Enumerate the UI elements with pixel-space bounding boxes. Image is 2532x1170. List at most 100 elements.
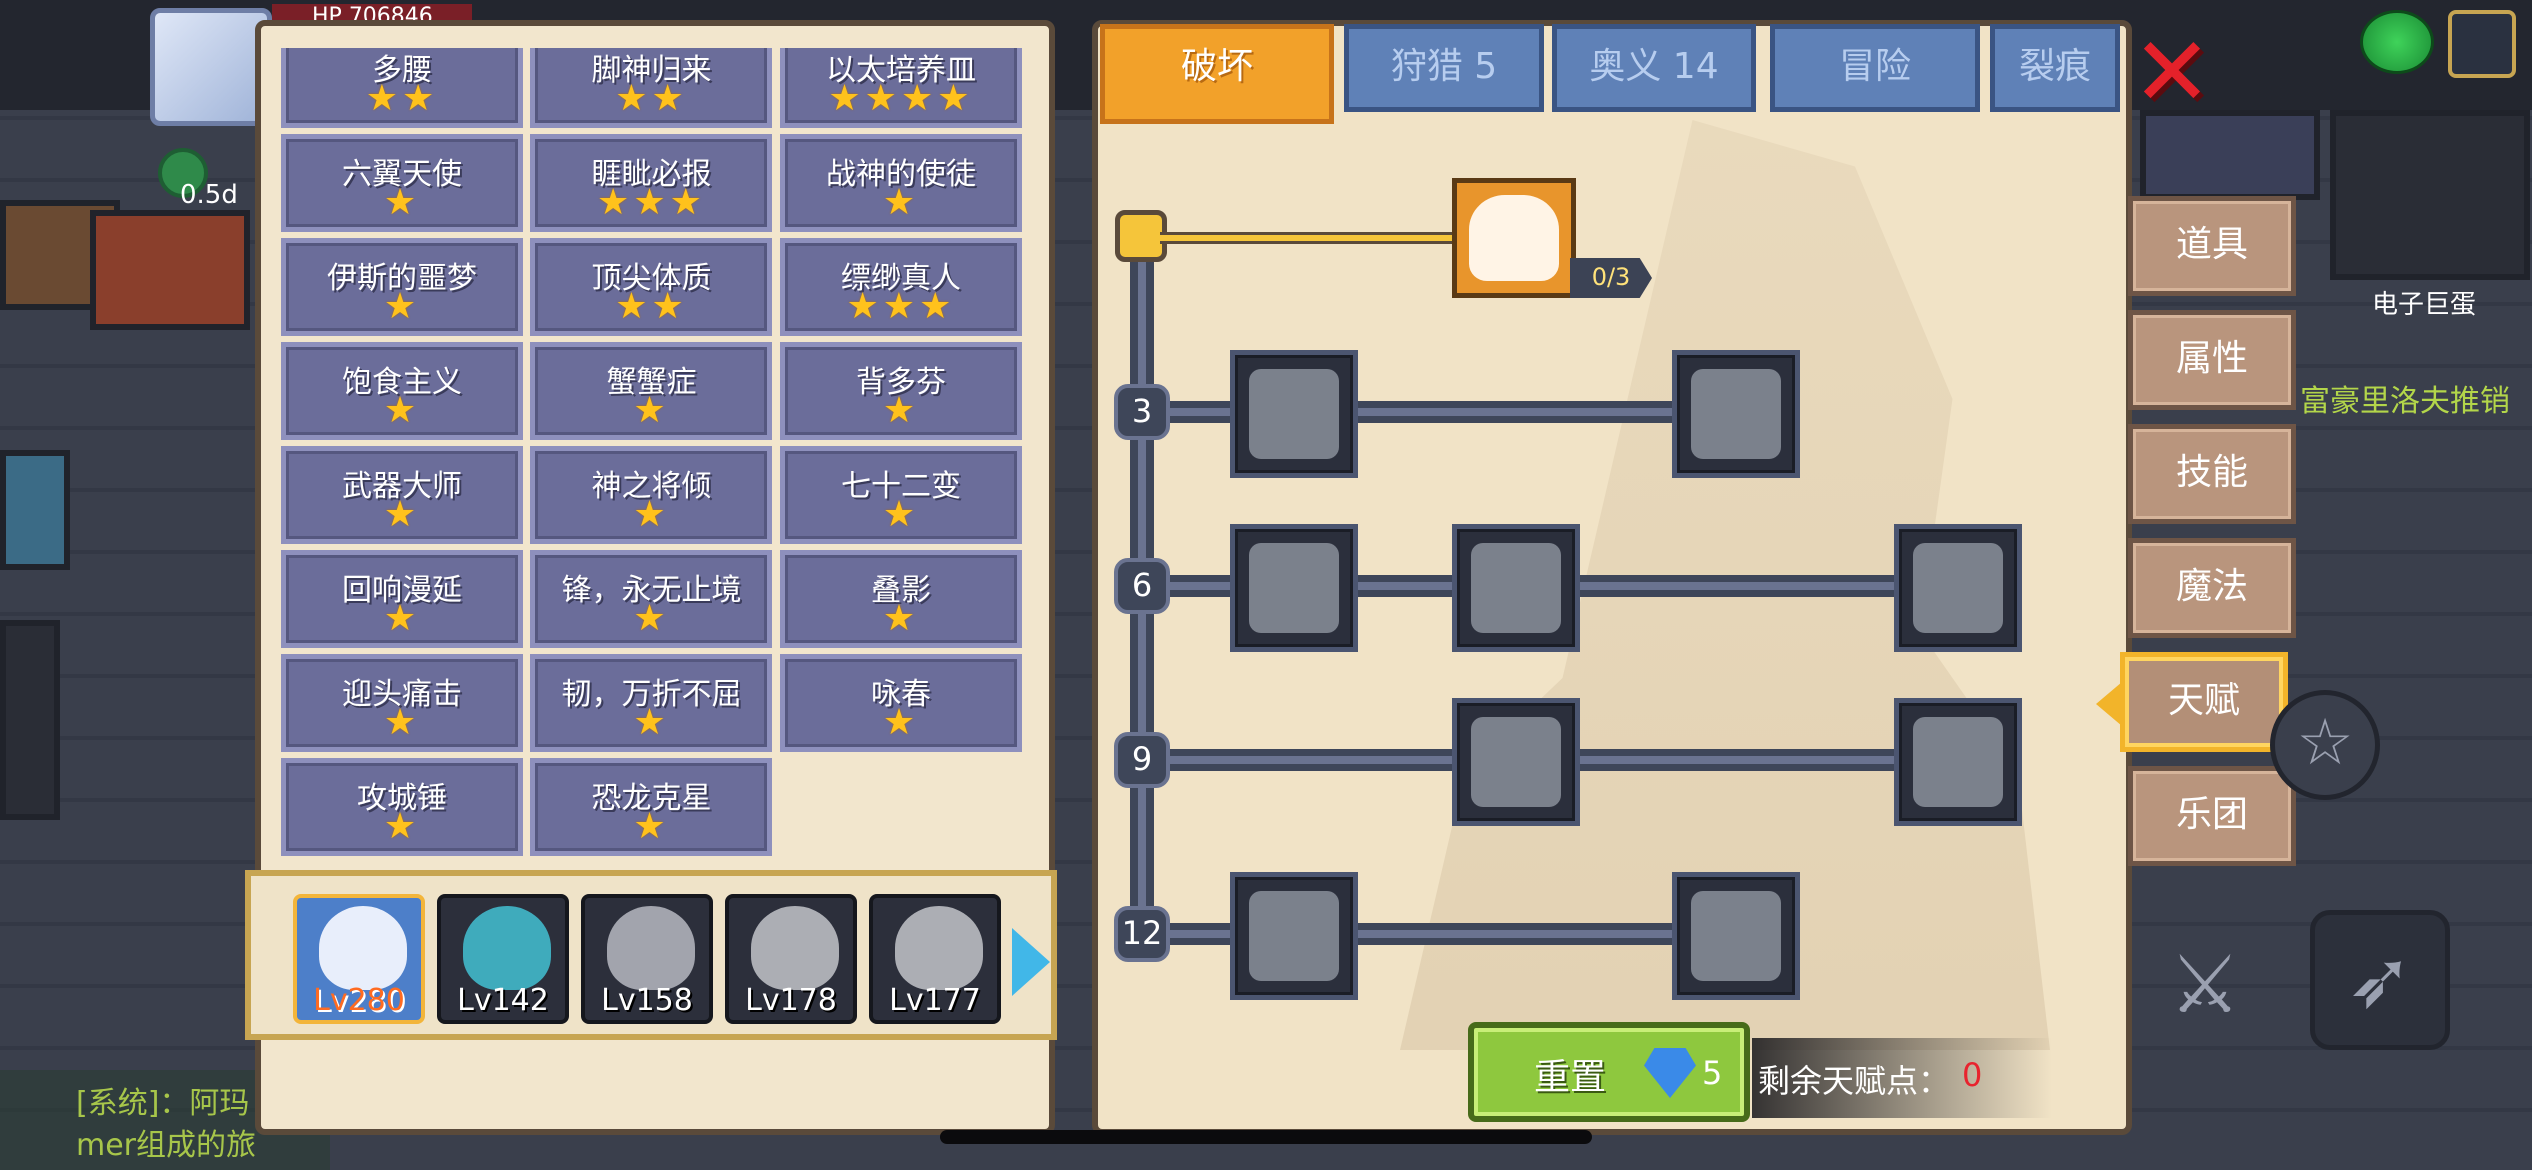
talent-card[interactable]: 迎头痛击 ★ bbox=[281, 654, 523, 752]
character-card[interactable]: Lv178 bbox=[725, 894, 857, 1024]
character-card[interactable]: Lv280 bbox=[293, 894, 425, 1024]
close-button[interactable]: ✕ bbox=[2130, 24, 2214, 120]
talent-card[interactable]: 背多芬 ★ bbox=[779, 342, 1022, 440]
tab-2[interactable]: 奥义 14 bbox=[1552, 24, 1756, 112]
talent-progress-counter: 0/3 bbox=[1570, 258, 1652, 298]
reset-label: 重置 bbox=[1534, 1057, 1607, 1098]
tab-0[interactable]: 破坏 bbox=[1100, 24, 1334, 124]
talent-card[interactable]: 以太培养皿 ★★★★ bbox=[779, 48, 1022, 128]
talent-card[interactable]: 七十二变 ★ bbox=[779, 446, 1022, 544]
talent-stars: ★ bbox=[633, 702, 670, 743]
fist-punch-glyph bbox=[1471, 543, 1561, 633]
talent-stars: ★ bbox=[882, 390, 920, 431]
talent-stars: ★ bbox=[633, 494, 670, 535]
talent-stars: ★★★★ bbox=[828, 78, 974, 119]
talent-card[interactable]: 恐龙克星 ★ bbox=[530, 758, 773, 856]
talent-card[interactable]: 脚神归来 ★★ bbox=[530, 48, 773, 128]
talent-stars: ★ bbox=[383, 286, 421, 327]
tab-4[interactable]: 裂痕 bbox=[1990, 24, 2120, 112]
talent-card[interactable]: 伊斯的噩梦 ★ bbox=[281, 238, 523, 336]
talent-stars: ★★ bbox=[615, 286, 688, 327]
character-level: Lv158 bbox=[601, 983, 693, 1018]
character-card[interactable]: Lv158 bbox=[581, 894, 713, 1024]
talent-stars: ★ bbox=[383, 182, 421, 223]
talent-card[interactable]: 缥缈真人 ★★★ bbox=[779, 238, 1022, 336]
blade-slash-glyph bbox=[1913, 543, 2003, 633]
map-room-label: 电子巨蛋 bbox=[2372, 290, 2477, 320]
talent-card[interactable]: 神之将倾 ★ bbox=[530, 446, 773, 544]
talent-card[interactable]: 锋，永无止境 ★ bbox=[530, 550, 773, 648]
character-level: Lv177 bbox=[889, 983, 981, 1018]
talent-card[interactable]: 顶尖体质 ★★ bbox=[530, 238, 773, 336]
arrow-pierce-icon[interactable] bbox=[1672, 350, 1800, 478]
talent-card[interactable]: 叠影 ★ bbox=[779, 550, 1022, 648]
character-level: Lv280 bbox=[313, 983, 405, 1018]
talent-card[interactable]: 战神的使徒 ★ bbox=[779, 134, 1022, 232]
ground-ripple-icon[interactable] bbox=[1452, 698, 1580, 826]
character-portrait bbox=[751, 906, 839, 990]
tab-1[interactable]: 狩猎 5 bbox=[1344, 24, 1544, 112]
tab-3[interactable]: 冒险 bbox=[1770, 24, 1980, 112]
clenched-fist-icon[interactable] bbox=[1230, 872, 1358, 1000]
npc-scroll-text: 富豪里洛夫推销 bbox=[2300, 384, 2510, 419]
talent-card[interactable]: 回响漫延 ★ bbox=[281, 550, 523, 648]
active-menu-pointer-icon bbox=[2096, 682, 2122, 726]
player-avatar[interactable] bbox=[150, 8, 272, 126]
talent-card[interactable]: 多腰 ★★ bbox=[281, 48, 523, 128]
talent-stars: ★★ bbox=[365, 78, 439, 119]
clenched-fist-glyph bbox=[1249, 891, 1339, 981]
talent-stars: ★★ bbox=[615, 78, 688, 119]
reset-cost: 5 bbox=[1702, 1054, 1723, 1092]
globe-network-icon[interactable] bbox=[2360, 10, 2434, 74]
next-character-arrow-icon[interactable] bbox=[1012, 928, 1050, 996]
shield-break-icon[interactable] bbox=[1230, 524, 1358, 652]
remaining-points-label: 剩余天赋点： bbox=[1758, 1062, 1951, 1100]
tree-level-node: 9 bbox=[1114, 732, 1170, 788]
export-icon[interactable] bbox=[2448, 10, 2516, 78]
side-menu-item-5[interactable]: 乐团 bbox=[2128, 766, 2296, 866]
bat-wing-icon[interactable] bbox=[1894, 698, 2022, 826]
character-card[interactable]: Lv142 bbox=[437, 894, 569, 1024]
character-card[interactable]: Lv177 bbox=[869, 894, 1001, 1024]
diamond-gem-icon bbox=[1644, 1048, 1696, 1098]
side-menu-item-2[interactable]: 技能 bbox=[2128, 424, 2296, 524]
talent-card[interactable]: 武器大师 ★ bbox=[281, 446, 523, 544]
character-portrait bbox=[895, 906, 983, 990]
muscle-body-icon[interactable] bbox=[1230, 350, 1358, 478]
side-menu-item-4[interactable]: 天赋 bbox=[2120, 652, 2288, 752]
fist-punch-icon[interactable] bbox=[1452, 524, 1580, 652]
muscle-body-glyph bbox=[1249, 369, 1339, 459]
talent-stars: ★ bbox=[882, 702, 920, 743]
talent-stars: ★ bbox=[633, 390, 670, 431]
talent-stars: ★ bbox=[383, 702, 421, 743]
side-menu-item-0[interactable]: 道具 bbox=[2128, 196, 2296, 296]
character-portrait bbox=[463, 906, 551, 990]
open-palm-icon[interactable] bbox=[1672, 872, 1800, 1000]
reset-button[interactable]: 重置 5 bbox=[1468, 1022, 1750, 1122]
talent-stars: ★ bbox=[633, 598, 670, 639]
side-menu-item-3[interactable]: 魔法 bbox=[2128, 538, 2296, 638]
talent-card[interactable]: 咏春 ★ bbox=[779, 654, 1022, 752]
talent-card[interactable]: 韧，万折不屈 ★ bbox=[530, 654, 773, 752]
talent-card[interactable]: 睚眦必报 ★★★ bbox=[530, 134, 773, 232]
chat-line: [系统]：阿玛 bbox=[76, 1086, 250, 1121]
talent-card[interactable]: 蟹蟹症 ★ bbox=[530, 342, 773, 440]
talent-stars: ★ bbox=[383, 390, 421, 431]
talent-card[interactable]: 攻城锤 ★ bbox=[281, 758, 523, 856]
home-indicator[interactable] bbox=[940, 1130, 1592, 1144]
talent-card[interactable]: 六翼天使 ★ bbox=[281, 134, 523, 232]
shield-break-glyph bbox=[1249, 543, 1339, 633]
talent-card[interactable]: 饱食主义 ★ bbox=[281, 342, 523, 440]
talent-stars: ★★★ bbox=[846, 286, 956, 327]
sword-icon[interactable]: ⚔ bbox=[2150, 930, 2260, 1040]
scene-plant bbox=[0, 620, 60, 820]
arm-wrestle-icon[interactable] bbox=[1452, 178, 1576, 298]
ground-ripple-glyph bbox=[1471, 717, 1561, 807]
talent-stars: ★ bbox=[383, 598, 421, 639]
star-action-icon[interactable]: ☆ bbox=[2270, 690, 2380, 800]
bow-icon[interactable]: ➶ bbox=[2310, 910, 2450, 1050]
side-menu-item-1[interactable]: 属性 bbox=[2128, 310, 2296, 410]
remaining-points-value: 0 bbox=[1962, 1056, 1983, 1094]
talent-grid[interactable]: 多腰 ★★ 脚神归来 ★★ 以太培养皿 ★★★★ 六翼天使 ★ 睚眦必报 ★★★ 战神的使徒 ★ 伊斯的… bbox=[281, 48, 1041, 878]
blade-slash-icon[interactable] bbox=[1894, 524, 2022, 652]
